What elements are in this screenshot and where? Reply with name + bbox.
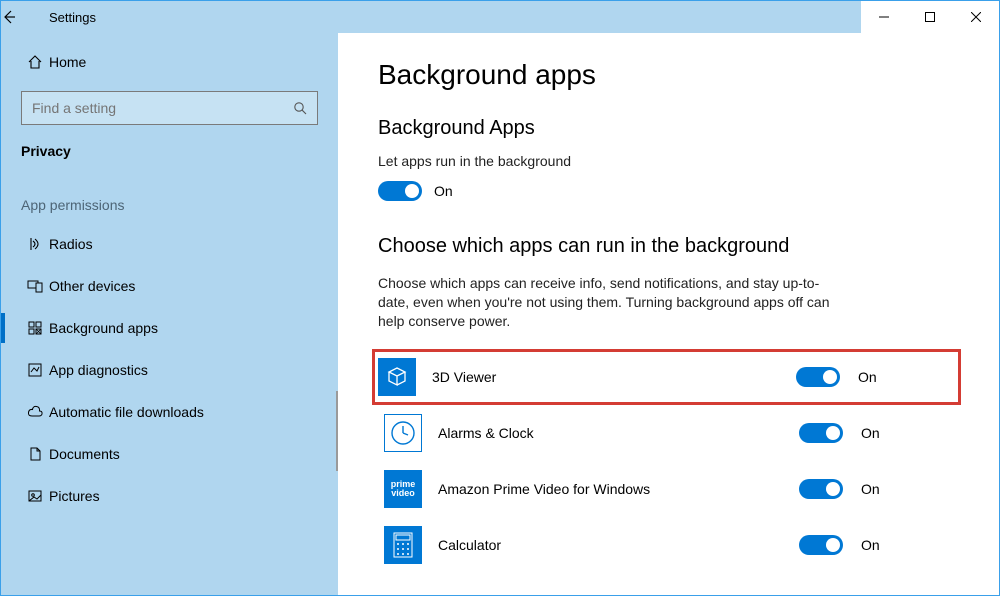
window-controls xyxy=(861,1,999,33)
sidebar-item-label: Automatic file downloads xyxy=(49,404,204,420)
search-icon xyxy=(293,101,307,115)
sidebar-item-other-devices[interactable]: Other devices xyxy=(1,265,338,307)
section1-desc: Let apps run in the background xyxy=(378,152,838,171)
apps-list: 3D Viewer On Alarms & Clock On prime xyxy=(378,349,955,573)
grid-icon xyxy=(21,320,49,336)
section2-title: Choose which apps can run in the backgro… xyxy=(378,235,955,258)
sidebar-item-label: App diagnostics xyxy=(49,362,148,378)
app-name: Amazon Prime Video for Windows xyxy=(438,481,799,497)
picture-icon xyxy=(21,488,49,504)
radios-icon xyxy=(21,236,49,252)
toggle-state-label: On xyxy=(434,183,453,199)
section-app-permissions: App permissions xyxy=(1,177,338,223)
app-row-calculator: Calculator On xyxy=(378,517,955,573)
section1-title: Background Apps xyxy=(378,117,955,140)
sidebar-item-automatic-downloads[interactable]: Automatic file downloads xyxy=(1,391,338,433)
app-row-3d-viewer: 3D Viewer On xyxy=(372,349,961,405)
app-toggle-state: On xyxy=(861,425,880,441)
app-toggle-prime-video[interactable] xyxy=(799,479,843,499)
app-toggle-state: On xyxy=(861,481,880,497)
maximize-button[interactable] xyxy=(907,1,953,33)
sidebar-item-pictures[interactable]: Pictures xyxy=(1,475,338,517)
close-button[interactable] xyxy=(953,1,999,33)
app-toggle-3d-viewer[interactable] xyxy=(796,367,840,387)
sidebar-item-label: Pictures xyxy=(49,488,100,504)
main-content: Background apps Background Apps Let apps… xyxy=(338,33,999,595)
app-row-alarms-clock: Alarms & Clock On xyxy=(378,405,955,461)
search-input[interactable] xyxy=(21,91,318,125)
sidebar-item-label: Radios xyxy=(49,236,93,252)
sidebar: Home Privacy App permissions Radios Othe… xyxy=(1,33,338,595)
privacy-header: Privacy xyxy=(1,139,338,177)
page-title: Background apps xyxy=(378,59,955,91)
background-apps-toggle[interactable] xyxy=(378,181,422,201)
search-field[interactable] xyxy=(32,100,293,116)
minimize-button[interactable] xyxy=(861,1,907,33)
sidebar-item-background-apps[interactable]: Background apps xyxy=(1,307,338,349)
sidebar-item-radios[interactable]: Radios xyxy=(1,223,338,265)
home-nav[interactable]: Home xyxy=(1,41,338,83)
scrollbar-hint[interactable] xyxy=(336,391,338,471)
app-toggle-state: On xyxy=(861,537,880,553)
home-label: Home xyxy=(49,54,86,70)
titlebar: Settings xyxy=(1,1,999,33)
chart-icon xyxy=(21,362,49,378)
app-name: 3D Viewer xyxy=(432,369,796,385)
sidebar-item-app-diagnostics[interactable]: App diagnostics xyxy=(1,349,338,391)
sidebar-item-documents[interactable]: Documents xyxy=(1,433,338,475)
app-toggle-state: On xyxy=(858,369,877,385)
back-button[interactable] xyxy=(1,9,49,25)
devices-icon xyxy=(21,278,49,294)
cube-icon xyxy=(378,358,416,396)
sidebar-item-label: Background apps xyxy=(49,320,158,336)
sidebar-item-label: Documents xyxy=(49,446,120,462)
app-name: Calculator xyxy=(438,537,799,553)
app-name: Alarms & Clock xyxy=(438,425,799,441)
app-toggle-alarms-clock[interactable] xyxy=(799,423,843,443)
window-title: Settings xyxy=(49,10,96,25)
calculator-icon xyxy=(384,526,422,564)
clock-icon xyxy=(384,414,422,452)
home-icon xyxy=(21,54,49,70)
cloud-icon xyxy=(21,404,49,420)
app-row-prime-video: primevideo Amazon Prime Video for Window… xyxy=(378,461,955,517)
app-toggle-calculator[interactable] xyxy=(799,535,843,555)
sidebar-item-label: Other devices xyxy=(49,278,135,294)
prime-video-icon: primevideo xyxy=(384,470,422,508)
document-icon xyxy=(21,446,49,462)
section2-desc: Choose which apps can receive info, send… xyxy=(378,274,838,331)
